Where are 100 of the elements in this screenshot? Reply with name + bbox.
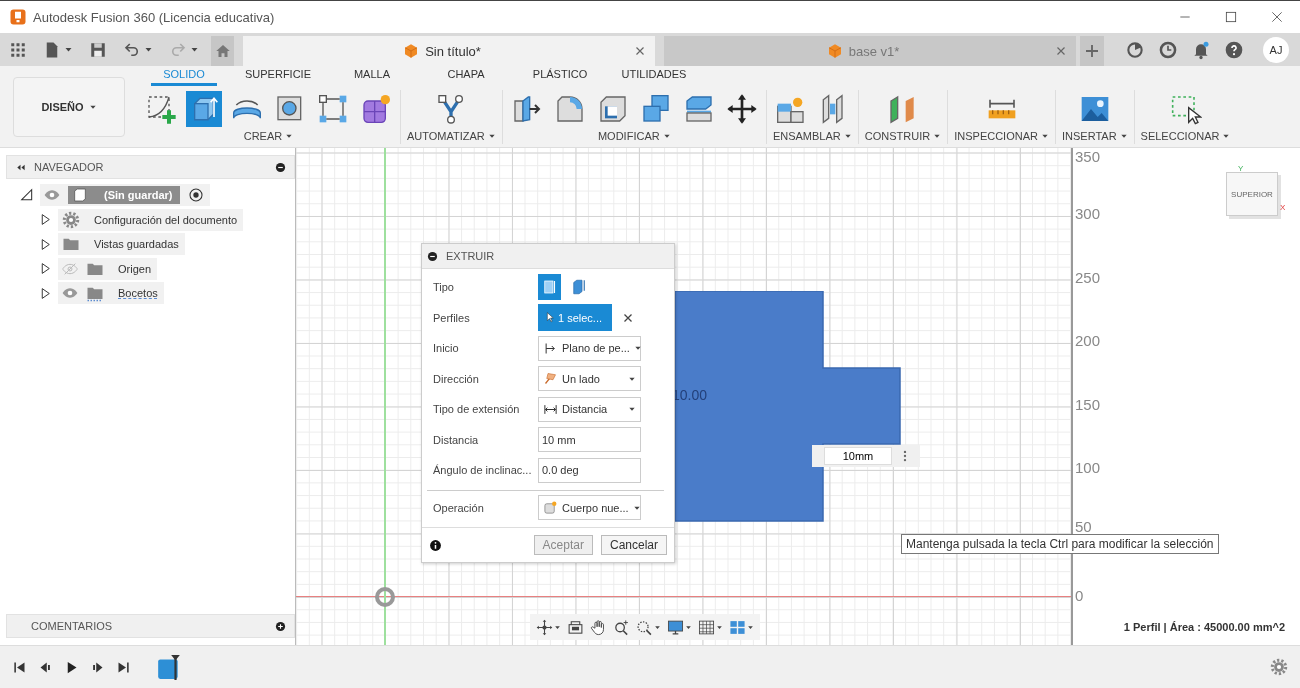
activate-icon[interactable] (188, 187, 205, 204)
input-field[interactable]: 0.0 deg (538, 457, 641, 483)
caret-icon[interactable] (144, 45, 153, 54)
view-cube[interactable]: SUPERIOR (1226, 172, 1278, 216)
caret-icon[interactable] (685, 623, 692, 631)
home-button[interactable] (211, 36, 234, 66)
tool-group-dropdown[interactable]: MODIFICAR (597, 129, 671, 142)
info-icon[interactable] (429, 538, 442, 552)
ruler-label: 0 (1075, 587, 1084, 605)
camera-icon[interactable] (567, 618, 584, 636)
dropdown[interactable]: Cuerpo nue... (538, 495, 641, 521)
field-label: Dirección (433, 372, 480, 385)
ribbon-tab[interactable]: PLÁSTICO (513, 67, 607, 86)
minus-circle-icon[interactable] (427, 250, 438, 262)
expander-icon[interactable] (39, 286, 52, 300)
tool-group-dropdown[interactable]: SELECCIONAR (1140, 129, 1231, 142)
field-label: Tipo (433, 281, 455, 294)
close-icon[interactable] (1269, 9, 1285, 25)
ribbon-tab[interactable]: SUPERFICIE (231, 67, 325, 86)
plus-icon (1083, 42, 1101, 60)
node-label: (Sin guardar) (104, 189, 173, 202)
workspace-dropdown[interactable]: DISEÑO (13, 76, 125, 137)
status-text: 1 Perfil | Área : 45000.00 mm^2 (1123, 621, 1285, 633)
clock-icon[interactable] (1158, 39, 1178, 60)
ruler-label: 350 (1075, 148, 1101, 166)
expander-icon[interactable] (20, 188, 34, 203)
cube-icon (826, 43, 843, 59)
solid-extrude-icon[interactable] (538, 274, 561, 301)
new-body-icon (543, 500, 558, 516)
viewports-icon[interactable] (729, 618, 746, 636)
maximize-icon[interactable] (1223, 9, 1239, 25)
dimension-label: 10.00 (672, 387, 708, 403)
plus-circle-icon[interactable] (275, 620, 286, 632)
new-tab-button[interactable] (1080, 36, 1104, 66)
field-label: Distancia (433, 433, 480, 446)
cancel-button[interactable]: Cancelar (600, 535, 667, 555)
cube-icon (403, 43, 420, 59)
extrude-icon[interactable] (186, 90, 222, 127)
dropdown[interactable]: Un lado (538, 366, 641, 392)
dropdown[interactable]: Plano de pe... (538, 335, 641, 361)
tool-group-dropdown[interactable]: CONSTRUIR (864, 129, 942, 142)
field-label: Operación (433, 501, 485, 514)
sketch-profile[interactable] (675, 291, 901, 522)
input-field[interactable]: 10 mm (538, 427, 641, 453)
orbit-icon[interactable] (536, 618, 553, 636)
caret-icon[interactable] (64, 45, 73, 54)
axis-label: Y (1238, 164, 1244, 173)
tool-group-dropdown[interactable]: INSPECCIONAR (954, 129, 1049, 142)
gear-icon (62, 210, 80, 229)
tool-group-dropdown[interactable]: INSERTAR (1061, 129, 1128, 142)
caret-icon[interactable] (190, 45, 199, 54)
job-status-icon[interactable] (1125, 39, 1145, 60)
caret-icon[interactable] (747, 623, 754, 631)
field-label: Inicio (433, 342, 460, 355)
dropdown[interactable]: Distancia (538, 396, 641, 422)
tool-group-dropdown[interactable]: CREAR (243, 129, 294, 142)
caret-icon[interactable] (654, 623, 661, 631)
minus-circle-icon[interactable] (275, 161, 286, 173)
ruler-label: 300 (1075, 205, 1101, 223)
monitor-icon[interactable] (667, 618, 684, 636)
save-icon[interactable] (89, 40, 107, 59)
ruler-label: 150 (1075, 396, 1101, 414)
expander-icon[interactable] (39, 213, 52, 227)
view-cube-face: SUPERIOR (1231, 189, 1273, 199)
help-icon[interactable] (1224, 39, 1244, 60)
field-label: Tipo de extensión (433, 403, 521, 416)
grid-icon[interactable] (698, 618, 715, 636)
tool-group-dropdown[interactable]: ENSAMBLAR (772, 129, 852, 142)
window-title: Autodesk Fusion 360 (Licencia educativa) (33, 9, 276, 25)
zoom-icon[interactable] (613, 618, 630, 636)
document-tab[interactable]: Sin título* (243, 36, 655, 66)
tooltip: Mantenga pulsada la tecla Ctrl para modificar la selección (901, 534, 1219, 554)
clear-icon[interactable] (622, 311, 634, 324)
apps-grid-icon[interactable] (9, 40, 27, 59)
component-icon (72, 187, 88, 204)
user-avatar[interactable]: AJ (1263, 36, 1289, 63)
browser-title: NAVEGADOR (34, 161, 105, 173)
expander-icon[interactable] (39, 237, 52, 251)
ruler-label: 50 (1075, 518, 1092, 536)
ruler-label: 200 (1075, 332, 1101, 350)
comments-title: COMENTARIOS (31, 620, 114, 632)
hand-icon[interactable] (590, 618, 607, 636)
selection-button[interactable]: 1 selec... (538, 304, 612, 332)
axis-label: X (1280, 203, 1286, 212)
ruler-label: 250 (1075, 269, 1101, 287)
settings-icon[interactable] (1270, 658, 1288, 676)
zoom-window-icon[interactable] (636, 618, 653, 636)
ribbon-tab[interactable]: MALLA (325, 67, 419, 86)
timeline-marker-icon[interactable] (156, 654, 182, 680)
tab-label: Sin título* (425, 43, 481, 59)
dimension-input[interactable]: 10mm (824, 447, 892, 465)
tool-group-dropdown[interactable]: AUTOMATIZAR (407, 129, 496, 142)
ribbon-tab[interactable]: CHAPA (419, 67, 513, 86)
expander-icon[interactable] (39, 262, 52, 276)
origin-icon (374, 586, 396, 608)
field-label: Perfiles (433, 311, 471, 324)
ribbon-tab[interactable]: UTILIDADES (607, 67, 701, 86)
app-logo-icon (9, 8, 27, 26)
caret-icon[interactable] (716, 623, 723, 631)
dialog-title: EXTRUIR (446, 250, 495, 262)
